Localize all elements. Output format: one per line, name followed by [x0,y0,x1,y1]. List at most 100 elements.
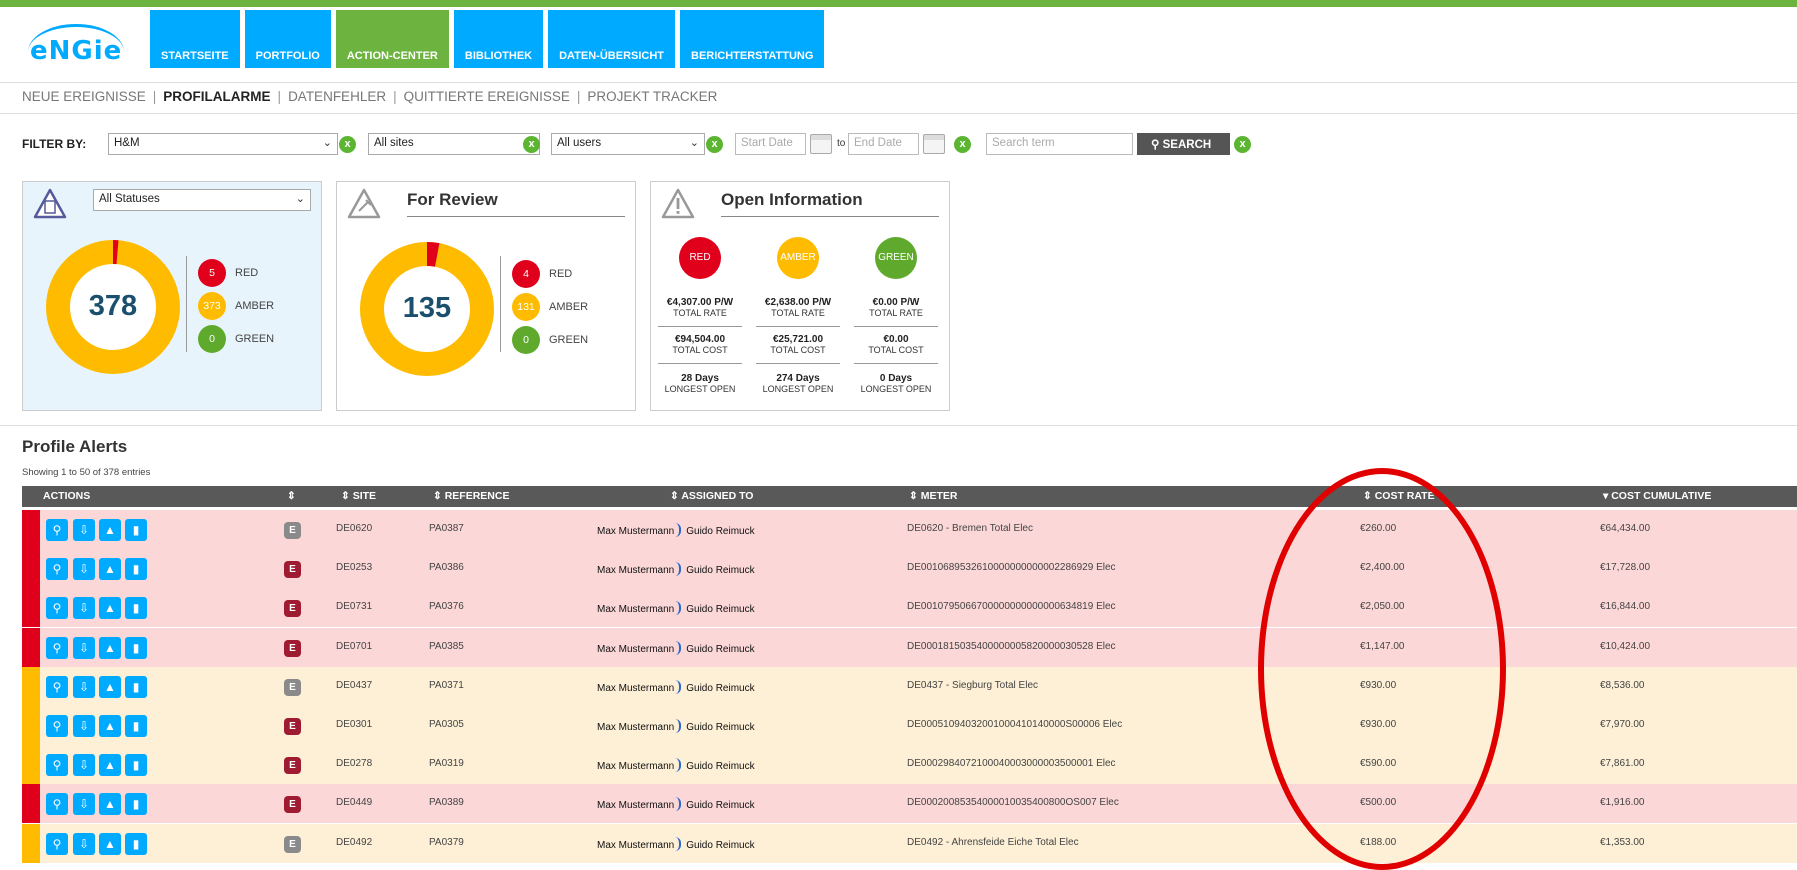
table-row[interactable]: ⚲ ⇩ ▲ ▮ E DE0620 PA0387 Max Mustermann Guido Rei… [22,510,1797,549]
reference-cell[interactable]: PA0389 [429,797,464,808]
delete-icon[interactable]: ▮ [125,793,147,816]
electricity-icon: E [284,718,301,735]
download-icon[interactable]: ⇩ [73,793,95,816]
end-date-input[interactable]: End Date [848,133,919,155]
sites-select[interactable]: All sites⌄ [368,133,540,155]
col-site-sort[interactable]: ⇕ SITE [341,490,376,502]
search-input[interactable]: Search term [986,133,1133,155]
table-row[interactable]: ⚲ ⇩ ▲ ▮ E DE0701 PA0385 Max Mustermann Guido Rei… [22,627,1797,667]
view-search-icon[interactable]: ⚲ [46,597,68,620]
chart-icon[interactable]: ▲ [99,832,121,855]
view-search-icon[interactable]: ⚲ [46,793,68,816]
view-search-icon[interactable]: ⚲ [46,636,68,659]
nav-tab-startseite[interactable]: STARTSEITE [150,10,240,68]
status-strip [22,823,40,863]
table-row[interactable]: ⚲ ⇩ ▲ ▮ E DE0449 PA0389 Max Mustermann Guido Rei… [22,784,1797,824]
clear-client-button[interactable]: x [339,136,356,153]
delete-icon[interactable]: ▮ [125,754,147,777]
calendar-icon[interactable] [810,134,832,154]
delete-icon[interactable]: ▮ [125,675,147,698]
green-longest-open: 0 Days LONGEST OPEN [860,373,932,394]
meter-cell: DE00051094032001000410140000S00006 Elec [907,719,1123,730]
chart-icon[interactable]: ▲ [99,558,121,581]
status-select[interactable]: All Statuses ⌄ [93,189,311,211]
engie-logo[interactable]: eNGie [22,24,132,66]
electricity-icon: E [284,835,301,853]
table-row[interactable]: ⚲ ⇩ ▲ ▮ E DE0492 PA0379 Max Mustermann Guido Rei… [22,823,1797,863]
download-icon[interactable]: ⇩ [73,715,95,737]
clear-sites-button[interactable]: x [523,136,540,153]
reassign-arrow-icon [675,719,682,733]
subnav-profilalarme[interactable]: PROFILALARME [163,89,270,104]
col-type-sort[interactable]: ⇕ [287,490,296,502]
col-actions: ACTIONS [43,490,91,502]
table-row[interactable]: ⚲ ⇩ ▲ ▮ E DE0731 PA0376 Max Mustermann Guido Rei… [22,588,1797,628]
chart-icon[interactable]: ▲ [99,715,121,737]
chart-icon[interactable]: ▲ [99,754,121,777]
view-search-icon[interactable]: ⚲ [46,715,68,737]
client-select[interactable]: H&M ⌄ [108,133,338,155]
subnav-quittierte-ereignisse[interactable]: QUITTIERTE EREIGNISSE [404,89,570,104]
clear-users-button[interactable]: x [706,136,723,153]
nav-tab-portfolio[interactable]: PORTFOLIO [244,10,331,68]
delete-icon[interactable]: ▮ [125,636,147,659]
delete-icon[interactable]: ▮ [125,519,147,541]
download-icon[interactable]: ⇩ [73,675,95,698]
download-icon[interactable]: ⇩ [73,832,95,855]
search-button[interactable]: ⚲ SEARCH [1137,133,1230,155]
chart-icon[interactable]: ▲ [99,519,121,541]
view-search-icon[interactable]: ⚲ [46,675,68,698]
chart-icon[interactable]: ▲ [99,597,121,620]
reassign-arrow-icon [675,523,682,537]
col-reference-sort[interactable]: ⇕ REFERENCE [433,490,509,502]
chart-icon[interactable]: ▲ [99,636,121,659]
download-icon[interactable]: ⇩ [73,636,95,659]
electricity-icon: E [284,757,301,775]
start-date-input[interactable]: Start Date [735,133,806,155]
view-search-icon[interactable]: ⚲ [46,754,68,777]
table-row[interactable]: ⚲ ⇩ ▲ ▮ E DE0301 PA0305 Max Mustermann Guido Rei… [22,706,1797,745]
subnav-projekt-tracker[interactable]: PROJEKT TRACKER [587,89,717,104]
download-icon[interactable]: ⇩ [73,519,95,541]
subnav-neue-ereignisse[interactable]: NEUE EREIGNISSE [22,89,146,104]
delete-icon[interactable]: ▮ [125,558,147,581]
subnav-datenfehler[interactable]: DATENFEHLER [288,89,386,104]
col-cost-cumulative-sort[interactable]: ▾ COST CUMULATIVE [1603,490,1711,502]
nav-tab-action-center[interactable]: ACTION-CENTER [335,10,449,68]
download-icon[interactable]: ⇩ [73,558,95,581]
view-search-icon[interactable]: ⚲ [46,519,68,541]
green-status-circle: GREEN [875,237,917,279]
nav-tab-bibliothek[interactable]: BIBLIOTHEK [453,10,544,68]
delete-icon[interactable]: ▮ [125,597,147,620]
chart-icon[interactable]: ▲ [99,675,121,698]
calendar-icon[interactable] [923,134,945,154]
table-row[interactable]: ⚲ ⇩ ▲ ▮ E DE0253 PA0386 Max Mustermann Guido Rei… [22,549,1797,589]
download-icon[interactable]: ⇩ [73,597,95,620]
electricity-icon: E [284,600,301,618]
col-assigned-sort[interactable]: ⇕ ASSIGNED TO [670,490,753,502]
view-search-icon[interactable]: ⚲ [46,558,68,581]
clear-search-button[interactable]: x [1234,136,1251,153]
assigned-cell: Max Mustermann Guido Reimuck [597,758,755,773]
view-search-icon[interactable]: ⚲ [46,832,68,855]
reference-cell[interactable]: PA0379 [429,837,464,848]
table-row[interactable]: ⚲ ⇩ ▲ ▮ E DE0278 PA0319 Max Mustermann Guido Rei… [22,745,1797,785]
download-icon[interactable]: ⇩ [73,754,95,777]
clear-dates-button[interactable]: x [954,136,971,153]
delete-icon[interactable]: ▮ [125,832,147,855]
site-cell: DE0437 [336,679,373,691]
reference-cell[interactable]: PA0319 [429,758,464,769]
users-select[interactable]: All users ⌄ [551,133,705,155]
reference-cell[interactable]: PA0371 [429,680,464,691]
chart-icon[interactable]: ▲ [99,793,121,816]
nav-tab-daten-uebersicht[interactable]: DATEN-ÜBERSICHT [548,10,676,68]
reference-cell[interactable]: PA0376 [429,601,464,612]
reference-cell[interactable]: PA0385 [429,641,464,652]
reference-cell[interactable]: PA0387 [429,523,464,534]
reference-cell[interactable]: PA0386 [429,562,464,573]
delete-icon[interactable]: ▮ [125,715,147,737]
nav-tab-berichterstattung[interactable]: BERICHTERSTATTUNG [680,10,825,68]
col-meter-sort[interactable]: ⇕ METER [909,490,957,502]
table-row[interactable]: ⚲ ⇩ ▲ ▮ E DE0437 PA0371 Max Mustermann Guido Rei… [22,666,1797,706]
reference-cell[interactable]: PA0305 [429,719,464,730]
